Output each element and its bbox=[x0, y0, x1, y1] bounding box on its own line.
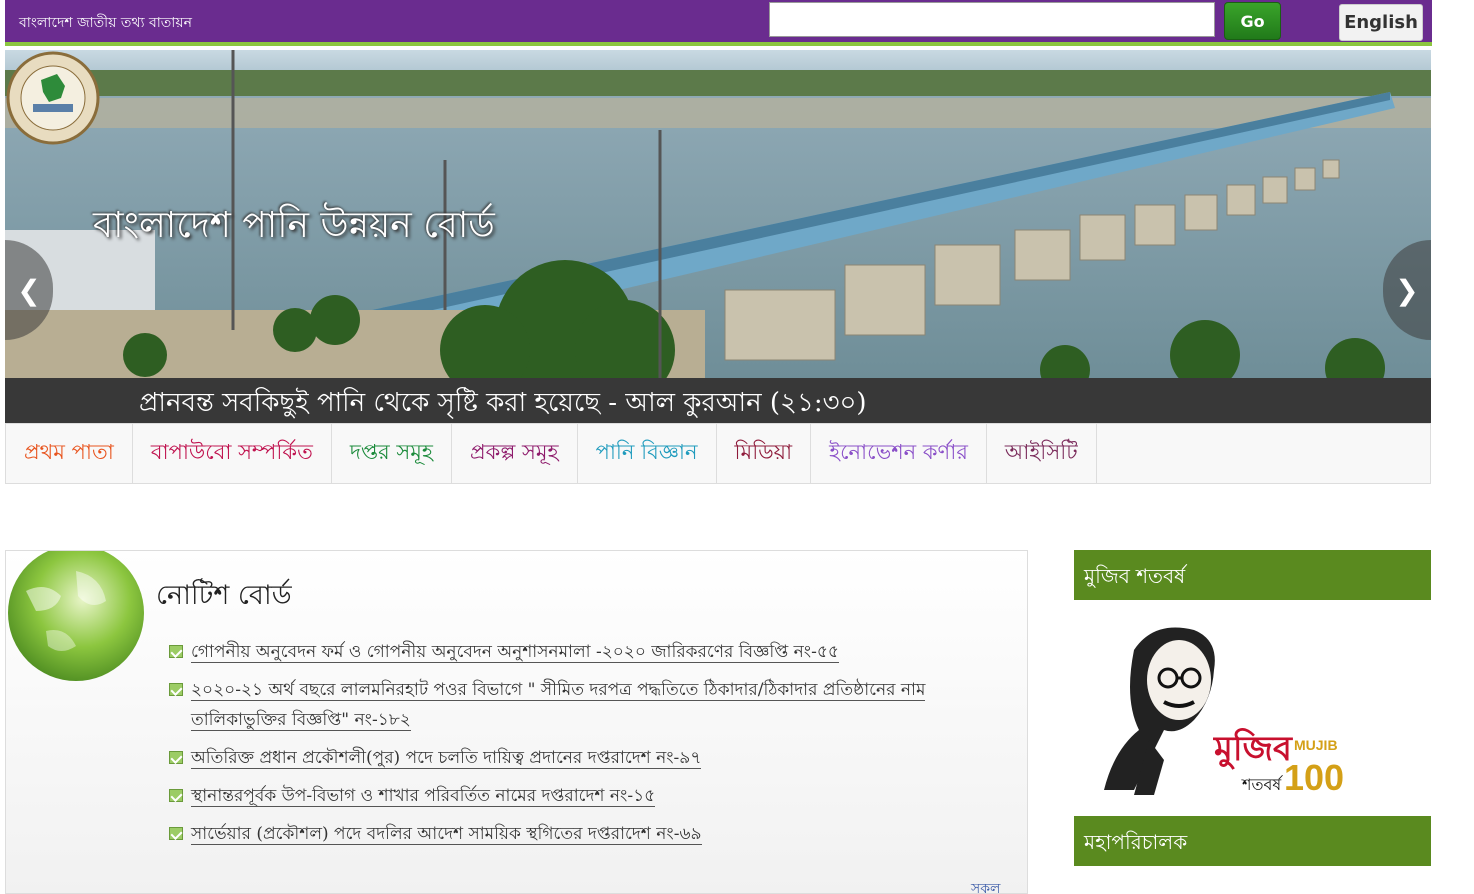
nav-item[interactable]: প্রথম পাতা bbox=[6, 424, 133, 483]
notice-link[interactable]: স্থানান্তরপূর্বক উপ-বিভাগ ও শাখার পরিবর্… bbox=[191, 786, 656, 807]
site-title: বাংলাদেশ পানি উন্নয়ন বোর্ড bbox=[93, 205, 495, 246]
prev-slide-glyph: ❮ bbox=[17, 273, 41, 307]
mujib-logo-sub: শতবর্ষ bbox=[1241, 775, 1283, 794]
checkbox-bullet-icon bbox=[169, 645, 183, 658]
notice-board: নোটিশ বোর্ড গোপনীয় অনুবেদন ফর্ম ও গোপনী… bbox=[5, 550, 1028, 894]
mujib-logo-number: 100 bbox=[1284, 757, 1344, 798]
notice-link[interactable]: ২০২০-২১ অর্থ বছরে লালমনিরহাট পওর বিভাগে … bbox=[191, 680, 926, 731]
notice-item: গোপনীয় অনুবেদন ফর্ম ও গোপনীয় অনুবেদন অ… bbox=[169, 637, 949, 667]
checkbox-bullet-icon bbox=[169, 683, 183, 696]
mujib-logo-word: মুজিব bbox=[1213, 728, 1293, 770]
mujib-centenary-header: মুজিব শতবর্ষ bbox=[1074, 550, 1431, 600]
checkbox-bullet-icon bbox=[169, 751, 183, 764]
search-input[interactable] bbox=[769, 2, 1215, 37]
go-button[interactable]: Go bbox=[1224, 2, 1281, 40]
notice-item: ২০২০-২১ অর্থ বছরে লালমনিরহাট পওর বিভাগে … bbox=[169, 675, 949, 735]
mujib-100-logo[interactable]: মুজিব শতবর্ষ MUJIB 100 bbox=[1094, 620, 1344, 800]
notice-item: স্থানান্তরপূর্বক উপ-বিভাগ ও শাখার পরিবর্… bbox=[169, 781, 949, 811]
director-general-header: মহাপরিচালক bbox=[1074, 816, 1431, 866]
nav-item[interactable]: বাপাউবো সম্পর্কিত bbox=[133, 424, 332, 483]
nav-item[interactable]: পানি বিজ্ঞান bbox=[578, 424, 717, 483]
notice-link[interactable]: অতিরিক্ত প্রধান প্রকৌশলী(পুর) পদে চলতি দ… bbox=[191, 748, 702, 769]
next-slide-glyph: ❯ bbox=[1395, 273, 1419, 307]
main-nav: প্রথম পাতা বাপাউবো সম্পর্কিত দপ্তর সমূহ প্র… bbox=[5, 423, 1431, 484]
notice-list: গোপনীয় অনুবেদন ফর্ম ও গোপনীয় অনুবেদন অ… bbox=[169, 637, 949, 857]
nav-item[interactable]: প্রকল্প সমূহ bbox=[452, 424, 578, 483]
national-portal-link[interactable]: বাংলাদেশ জাতীয় তথ্য বাতায়ন bbox=[19, 11, 192, 35]
globe-icon bbox=[8, 551, 144, 681]
nav-item[interactable]: ইনোভেশন কর্ণার bbox=[811, 424, 987, 483]
quote-text: প্রানবন্ত সবকিছুই পানি থেকে সৃষ্টি করা হ… bbox=[139, 388, 867, 418]
notice-item: অতিরিক্ত প্রধান প্রকৌশলী(পুর) পদে চলতি দ… bbox=[169, 743, 949, 773]
view-all-notices-link[interactable]: সকল bbox=[971, 877, 1000, 893]
notice-board-title: নোটিশ বোর্ড bbox=[156, 580, 292, 611]
nav-item[interactable]: মিডিয়া bbox=[717, 424, 812, 483]
checkbox-bullet-icon bbox=[169, 827, 183, 840]
hero-banner: বাংলাদেশ পানি উন্নয়ন বোর্ড ❮ ❯ bbox=[5, 50, 1431, 378]
nav-item[interactable]: দপ্তর সমূহ bbox=[332, 424, 452, 483]
notice-item: সার্ভেয়ার (প্রকৌশল) পদে বদলির আদেশ সাময… bbox=[169, 819, 949, 849]
english-language-button[interactable]: English bbox=[1339, 4, 1423, 41]
quote-bar: প্রানবন্ত সবকিছুই পানি থেকে সৃষ্টি করা হ… bbox=[5, 378, 1431, 423]
mujib-logo-english: MUJIB bbox=[1294, 737, 1338, 753]
nav-item[interactable]: আইসিটি bbox=[987, 424, 1097, 483]
top-bar: বাংলাদেশ জাতীয় তথ্য বাতায়ন Go English bbox=[5, 0, 1432, 46]
checkbox-bullet-icon bbox=[169, 789, 183, 802]
notice-link[interactable]: সার্ভেয়ার (প্রকৌশল) পদে বদলির আদেশ সাময… bbox=[191, 824, 702, 845]
notice-link[interactable]: গোপনীয় অনুবেদন ফর্ম ও গোপনীয় অনুবেদন অ… bbox=[191, 642, 839, 663]
bwdb-logo-seal[interactable] bbox=[5, 50, 101, 146]
